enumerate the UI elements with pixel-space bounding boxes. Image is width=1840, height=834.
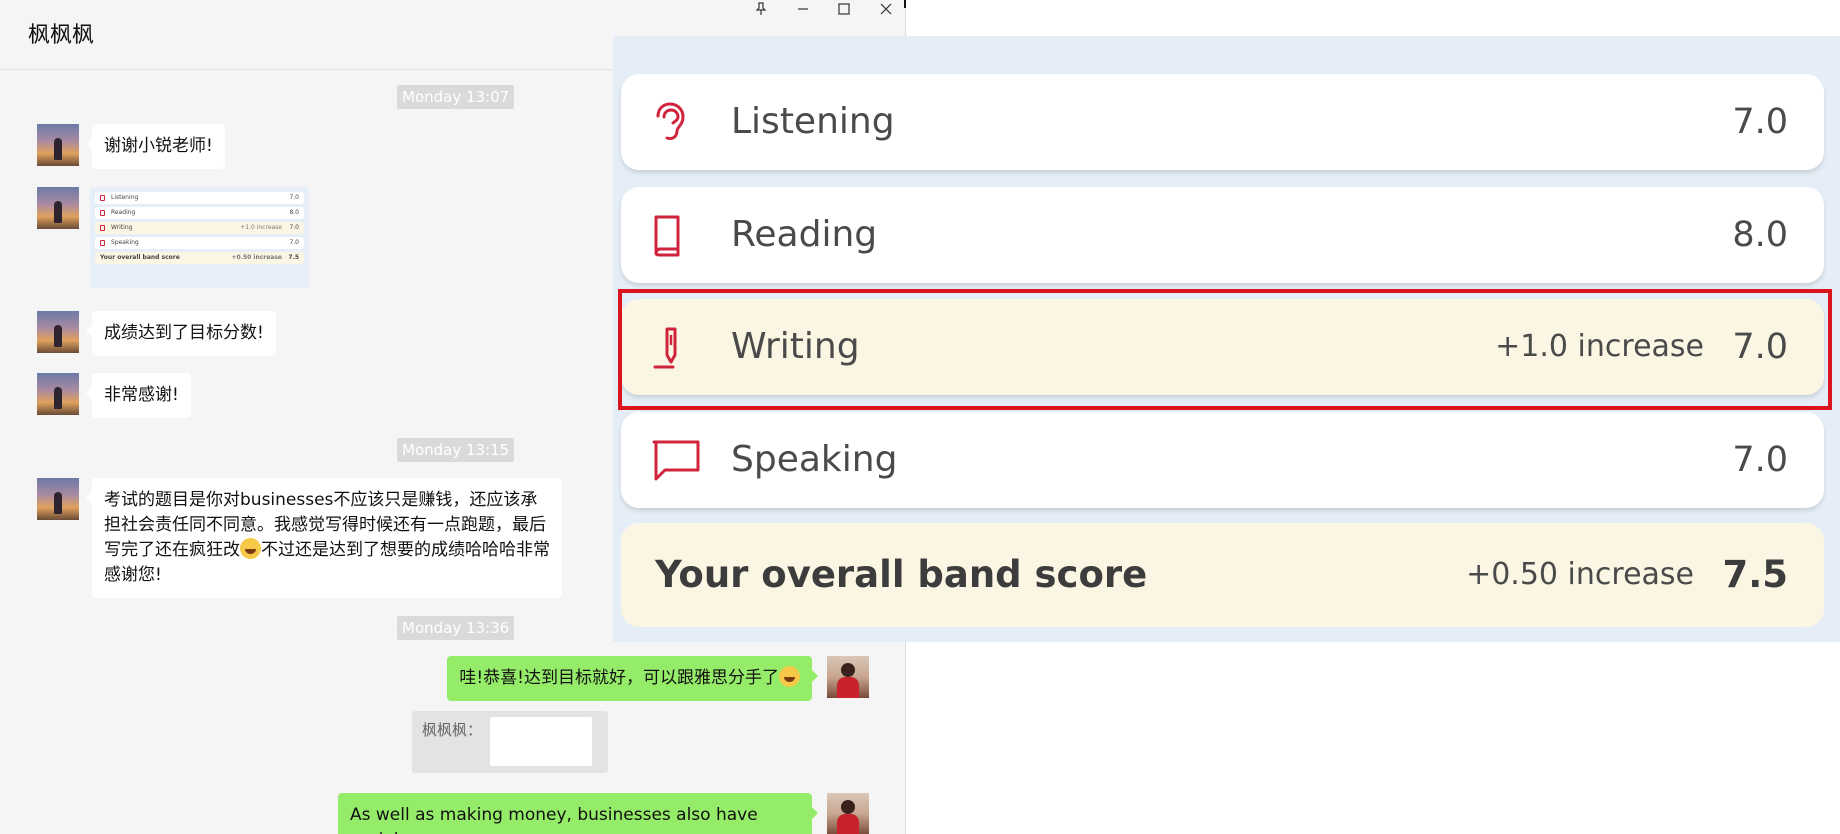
- thumb-row: Reading 8.0: [95, 207, 304, 219]
- score-row-speaking: Speaking 7.0: [621, 412, 1824, 508]
- book-icon: [654, 215, 680, 257]
- score-row-overall: Your overall band score +0.50 increase 7…: [621, 523, 1824, 627]
- score-label: Listening: [731, 101, 895, 142]
- thumb-row: Speaking 7.0: [95, 237, 304, 249]
- writing-highlight-box: [618, 289, 1832, 410]
- score-value: 7.0: [1732, 102, 1788, 142]
- reply-bubble[interactable]: 哇!恭喜!达到目标就好，可以跟雅思分手了: [447, 656, 818, 701]
- avatar-self[interactable]: [827, 656, 869, 698]
- avatar[interactable]: [37, 311, 79, 353]
- overall-value: 7.5: [1722, 553, 1788, 596]
- speech-bubble-icon: [652, 440, 700, 481]
- ear-icon: [656, 102, 685, 140]
- avatar[interactable]: [37, 187, 79, 229]
- window-edge-mark: [904, 0, 906, 8]
- quote-sender: 枫枫枫：: [422, 721, 483, 739]
- message-bubble[interactable]: 非常感谢!: [86, 373, 191, 418]
- reply-bubble[interactable]: As well as making money, businesses also…: [338, 793, 818, 834]
- overall-label: Your overall band score: [655, 553, 1148, 596]
- avatar[interactable]: [37, 478, 79, 520]
- score-value: 7.0: [1732, 440, 1788, 480]
- grinning-emoji-icon: [779, 666, 800, 687]
- message-bubble-long[interactable]: 考试的题目是你对businesses不应该只是赚钱，还应该承担社会责任同不同意。…: [86, 478, 562, 598]
- avatar-self[interactable]: [827, 793, 869, 834]
- thumb-row: Listening 7.0: [95, 192, 304, 204]
- quoted-image-icon: [490, 717, 592, 766]
- thumb-row-total: Your overall band score +0.50 increase 7.5: [95, 252, 304, 264]
- score-row-listening: Listening 7.0: [621, 74, 1824, 170]
- quoted-message[interactable]: 枫枫枫：: [412, 711, 608, 773]
- close-icon[interactable]: [869, 0, 903, 18]
- score-label: Speaking: [731, 439, 898, 480]
- chat-title: 枫枫枫: [28, 23, 95, 48]
- score-value: 8.0: [1732, 215, 1788, 255]
- score-row-reading: Reading 8.0: [621, 187, 1824, 283]
- message-text: 哇!恭喜!达到目标就好，可以跟雅思分手了: [459, 668, 779, 688]
- avatar[interactable]: [37, 373, 79, 415]
- laughing-emoji-icon: [240, 538, 261, 559]
- timestamp: Monday 13:07: [397, 85, 515, 109]
- minimize-icon[interactable]: [786, 0, 820, 18]
- overall-increase: +0.50 increase: [1466, 557, 1694, 592]
- maximize-icon[interactable]: [827, 0, 861, 18]
- message-bubble[interactable]: 成绩达到了目标分数!: [86, 311, 276, 356]
- timestamp: Monday 13:15: [397, 438, 515, 462]
- thumb-row: Writing +1.0 increase 7.0: [95, 222, 304, 234]
- score-label: Reading: [731, 214, 878, 255]
- pin-icon[interactable]: [744, 0, 778, 18]
- timestamp: Monday 13:36: [397, 616, 515, 640]
- score-screenshot-thumbnail[interactable]: Listening 7.0 Reading 8.0 Writing +1.0 incr…: [90, 187, 309, 288]
- avatar[interactable]: [37, 124, 79, 166]
- message-bubble[interactable]: 谢谢小锐老师!: [86, 124, 225, 169]
